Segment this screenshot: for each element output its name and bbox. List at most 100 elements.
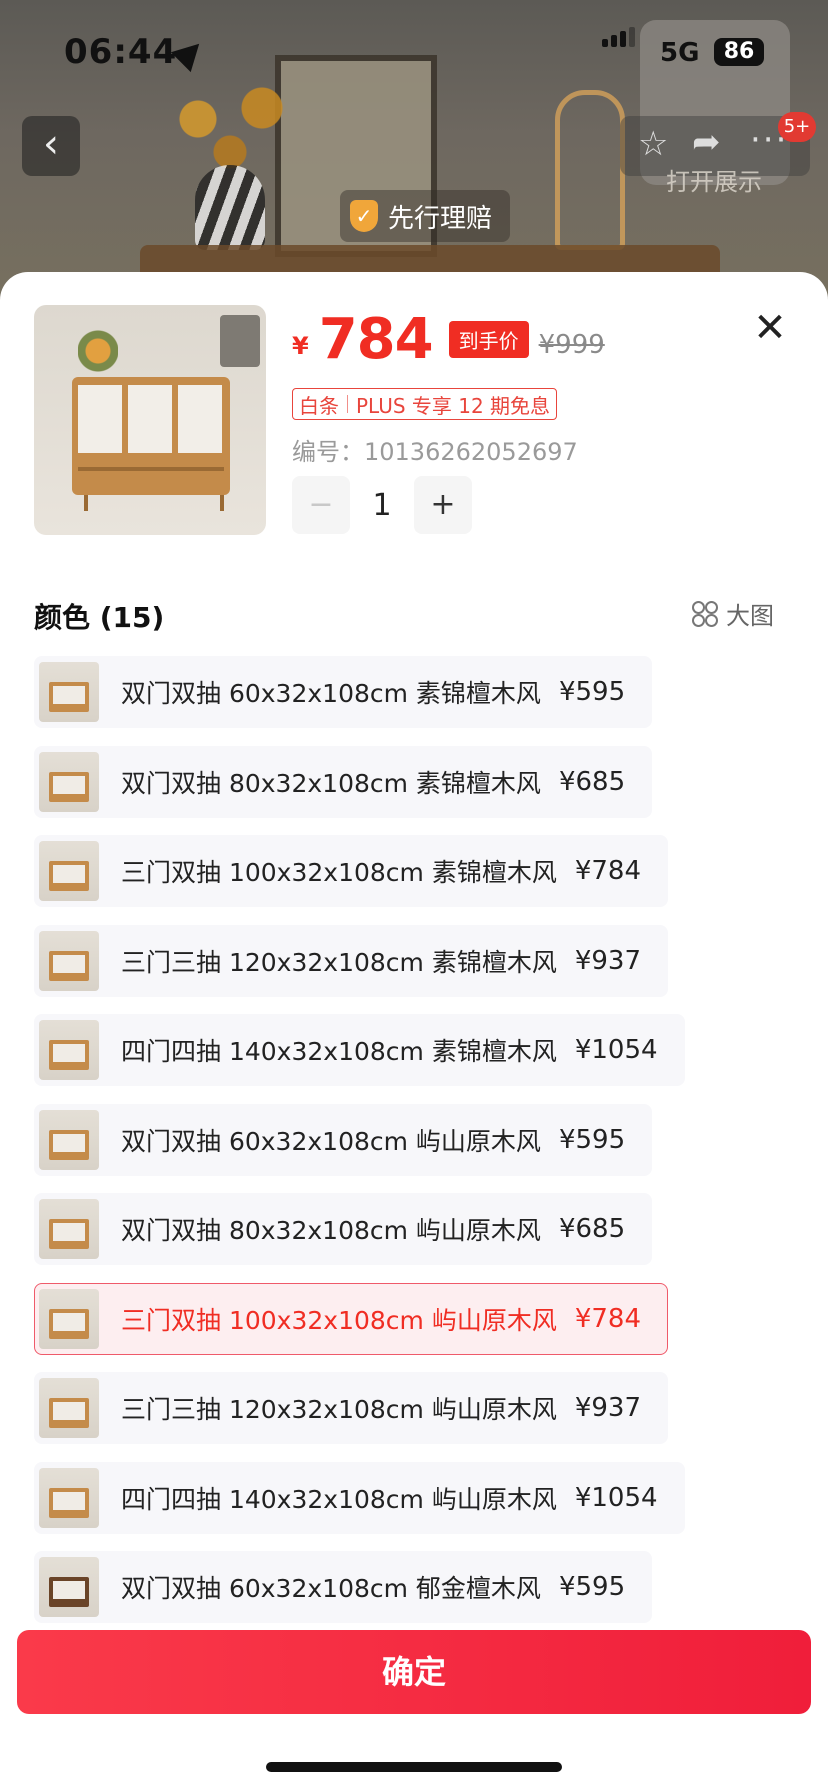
thumbnail-doors <box>53 1491 85 1510</box>
color-option-thumbnail <box>39 1109 99 1170</box>
back-button[interactable]: ‹ <box>22 116 80 176</box>
color-option-price: ¥1054 <box>574 1482 658 1513</box>
color-option-label: 三门三抽 120x32x108cm 素锦檀木风 <box>121 947 557 977</box>
big-picture-label: 大图 <box>726 602 774 630</box>
thumbnail-doors <box>53 1223 85 1241</box>
chevron-left-icon: ‹ <box>43 121 59 167</box>
color-option-price: ¥685 <box>558 766 626 797</box>
product-plant-decor <box>78 329 118 373</box>
hero-lamp <box>555 90 625 250</box>
color-option-row: 双门双抽 60x32x108cm 郁金檀木风 ¥595 <box>34 1551 794 1641</box>
color-option-thumbnail <box>39 1378 99 1438</box>
claim-badge: ✓ 先行理赔 <box>340 190 511 242</box>
color-option-thumbnail <box>39 1467 99 1528</box>
color-option-price: ¥784 <box>574 1303 642 1334</box>
color-option-selected[interactable]: 三门双抽 100x32x108cm 屿山原木风 ¥784 <box>34 1282 669 1355</box>
thumbnail-doors <box>53 1402 85 1420</box>
color-option-thumbnail <box>39 1199 99 1259</box>
status-bar: 06:44 5G 86 <box>0 0 828 110</box>
color-option[interactable]: 双门双抽 60x32x108cm 素锦檀木风 ¥595 <box>34 656 653 728</box>
thumbnail-doors <box>53 775 85 794</box>
thumbnail-doors <box>53 686 85 704</box>
color-option[interactable]: 三门双抽 100x32x108cm 素锦檀木风 ¥784 <box>34 835 669 907</box>
color-option-row: 三门三抽 120x32x108cm 素锦檀木风 ¥937 <box>34 924 794 1015</box>
color-option[interactable]: 双门双抽 80x32x108cm 屿山原木风 ¥685 <box>34 1193 653 1265</box>
price-row: ¥ 784 到手价 ¥999 <box>292 308 605 368</box>
color-option-price: ¥595 <box>558 1572 626 1602</box>
plus-left-label: 白条 <box>299 393 339 418</box>
color-option[interactable]: 三门三抽 120x32x108cm 素锦檀木风 ¥937 <box>34 924 669 997</box>
color-option[interactable]: 双门双抽 60x32x108cm 屿山原木风 ¥595 <box>34 1103 653 1176</box>
currency-symbol: ¥ <box>292 332 309 360</box>
close-icon: ✕ <box>753 305 787 351</box>
confirm-button[interactable]: 确定 <box>17 1630 811 1714</box>
color-option-row: 三门三抽 120x32x108cm 屿山原木风 ¥937 <box>34 1372 794 1462</box>
quantity-decrease-button[interactable]: − <box>292 476 350 534</box>
product-shelf-line <box>78 467 224 471</box>
color-option-price: ¥937 <box>574 1393 642 1423</box>
color-option[interactable]: 双门双抽 60x32x108cm 郁金檀木风 ¥595 <box>34 1551 653 1623</box>
color-options-list: 双门双抽 60x32x108cm 素锦檀木风 ¥595 双门双抽 80x32x108… <box>34 656 794 1641</box>
color-option-label: 双门双抽 80x32x108cm 屿山原木风 <box>121 1216 541 1245</box>
color-option-label: 双门双抽 60x32x108cm 素锦檀木风 <box>121 679 541 708</box>
color-option-thumbnail <box>39 1288 99 1349</box>
claim-text: 先行理赔 <box>388 203 493 234</box>
color-option-label: 四门四抽 140x32x108cm 屿山原木风 <box>121 1484 557 1514</box>
product-image[interactable] <box>34 305 266 535</box>
close-button[interactable]: ✕ <box>748 306 792 350</box>
color-option-label: 双门双抽 60x32x108cm 郁金檀木风 <box>121 1574 541 1603</box>
color-option-thumbnail <box>39 751 99 812</box>
final-price-tag: 到手价 <box>448 321 529 358</box>
plus-divider <box>347 395 348 413</box>
plus-right-label: PLUS 专享 12 期免息 <box>356 393 551 418</box>
grid-view-icon <box>692 600 718 627</box>
color-option-thumbnail <box>39 841 99 901</box>
color-option-label: 三门双抽 100x32x108cm 屿山原木风 <box>121 1305 557 1335</box>
color-option-price: ¥1054 <box>574 1035 658 1065</box>
color-option-row: 双门双抽 80x32x108cm 屿山原木风 ¥685 <box>34 1193 794 1283</box>
color-option-row: 三门双抽 100x32x108cm 屿山原木风 ¥784 <box>34 1282 794 1373</box>
color-option-label: 三门三抽 120x32x108cm 屿山原木风 <box>121 1395 557 1424</box>
color-option[interactable]: 四门四抽 140x32x108cm 屿山原木风 ¥1054 <box>34 1461 685 1534</box>
color-option-label: 三门双抽 100x32x108cm 素锦檀木风 <box>121 858 557 887</box>
big-picture-toggle[interactable]: 大图 <box>692 596 774 631</box>
status-time: 06:44 <box>64 32 178 72</box>
color-option-thumbnail <box>39 662 99 722</box>
thumbnail-doors <box>53 1312 85 1331</box>
thumbnail-doors <box>53 865 85 883</box>
quantity-value[interactable]: 1 <box>350 488 414 523</box>
original-price: ¥999 <box>538 330 605 360</box>
color-option-label: 双门双抽 60x32x108cm 屿山原木风 <box>121 1126 541 1156</box>
thumbnail-doors <box>53 1133 85 1152</box>
color-option[interactable]: 四门四抽 140x32x108cm 素锦檀木风 ¥1054 <box>34 1014 685 1086</box>
color-option-thumbnail <box>39 1020 99 1080</box>
color-option-row: 四门四抽 140x32x108cm 素锦檀木风 ¥1054 <box>34 1014 794 1104</box>
color-section-title: 颜色 (15) <box>34 601 165 634</box>
color-option[interactable]: 三门三抽 120x32x108cm 屿山原木风 ¥937 <box>34 1372 669 1444</box>
quantity-increase-button[interactable]: + <box>414 476 472 534</box>
color-option-price: ¥685 <box>558 1214 626 1244</box>
color-option-thumbnail <box>39 930 99 991</box>
hero-vase <box>195 165 265 250</box>
share-icon[interactable]: ➦ <box>692 122 721 162</box>
network-type: 5G <box>660 38 700 68</box>
color-option[interactable]: 双门双抽 80x32x108cm 素锦檀木风 ¥685 <box>34 745 653 818</box>
open-show-label: 打开展示 <box>666 168 762 196</box>
color-option-label: 双门双抽 80x32x108cm 素锦檀木风 <box>121 768 541 798</box>
battery-icon: 86 <box>714 38 764 66</box>
color-option-thumbnail <box>39 1557 99 1617</box>
plus-installment-badge: 白条 PLUS 专享 12 期免息 <box>292 388 558 420</box>
notification-badge: 5+ <box>778 112 816 142</box>
thumbnail-doors <box>53 1581 85 1599</box>
product-door-middle <box>128 385 172 453</box>
home-indicator <box>266 1762 562 1772</box>
product-inset-thumbnail <box>220 315 260 367</box>
favorite-star-icon[interactable]: ☆ <box>638 124 668 164</box>
color-option-price: ¥937 <box>574 945 642 976</box>
color-option-price: ¥595 <box>558 1124 626 1155</box>
thumbnail-doors <box>53 1044 85 1062</box>
color-option-row: 双门双抽 60x32x108cm 屿山原木风 ¥595 <box>34 1103 794 1194</box>
product-door-left <box>78 385 122 453</box>
color-option-label: 四门四抽 140x32x108cm 素锦檀木风 <box>121 1037 557 1066</box>
color-option-price: ¥595 <box>558 677 626 707</box>
